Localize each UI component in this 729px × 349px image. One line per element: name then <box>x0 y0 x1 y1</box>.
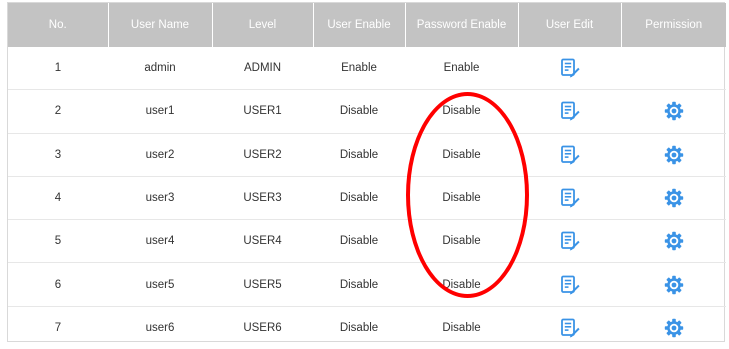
cell-user-edit <box>518 219 621 264</box>
header-user-name: User Name <box>107 3 212 47</box>
cell-permission <box>621 219 726 264</box>
cell-user-edit <box>518 133 621 177</box>
cell-user-enable: Disable <box>339 321 379 334</box>
table-row: 5 user4 USER4 Disable Disable <box>8 219 726 264</box>
edit-icon[interactable] <box>560 231 580 251</box>
cell-user-name: user2 <box>108 133 212 177</box>
table-row: 1 admin ADMIN Enable Enable <box>8 47 726 91</box>
gear-icon[interactable] <box>664 275 684 295</box>
cell-password-enable: Enable <box>405 47 518 91</box>
cell-level: USER3 <box>212 176 313 221</box>
table-row: 7 user6 USER6 Disable Disable <box>8 306 726 349</box>
gear-icon[interactable] <box>664 188 684 208</box>
cell-user-name: user6 <box>145 321 175 334</box>
user-management-panel: No. User Name Level User Enable Password… <box>7 2 726 342</box>
cell-permission <box>621 176 726 221</box>
cell-password-enable: Disable <box>405 176 518 221</box>
header-password-enable: Password Enable <box>404 3 518 47</box>
header-no: No. <box>8 3 108 47</box>
user-table: No. User Name Level User Enable Password… <box>8 3 726 349</box>
table-row: 3 user2 USER2 Disable Disable <box>8 133 726 177</box>
cell-permission <box>621 47 726 91</box>
header-user-edit: User Edit <box>517 3 621 47</box>
cell-level: ADMIN <box>212 47 313 91</box>
gear-icon[interactable] <box>664 101 684 121</box>
cell-user-edit <box>518 306 621 349</box>
table-row: 6 user5 USER5 Disable Disable <box>8 262 726 307</box>
cell-permission <box>621 89 726 134</box>
cell-permission <box>621 133 726 177</box>
cell-user-edit <box>518 47 621 91</box>
cell-user-edit <box>518 89 621 134</box>
header-permission: Permission <box>620 3 726 47</box>
cell-no: 5 <box>8 219 108 264</box>
cell-password-enable: Disable <box>405 219 518 264</box>
cell-no: 6 <box>8 262 108 307</box>
cell-no: 1 <box>8 47 108 91</box>
cell-no: 4 <box>8 176 108 221</box>
table-row: 4 user3 USER3 Disable Disable <box>8 176 726 221</box>
cell-level: USER1 <box>212 89 313 134</box>
edit-icon[interactable] <box>560 188 580 208</box>
edit-icon[interactable] <box>560 101 580 121</box>
cell-level: USER6 <box>243 321 282 334</box>
cell-user-name: user5 <box>108 262 212 307</box>
cell-password-enable: Disable <box>405 262 518 307</box>
cell-user-enable: Disable <box>313 133 405 177</box>
cell-user-enable: Disable <box>313 262 405 307</box>
cell-password-enable: Disable <box>405 133 518 177</box>
cell-user-enable: Disable <box>313 176 405 221</box>
gear-icon[interactable] <box>664 145 684 165</box>
gear-icon[interactable] <box>664 231 684 251</box>
header-level: Level <box>211 3 313 47</box>
cell-user-enable: Disable <box>313 89 405 134</box>
cell-permission <box>621 262 726 307</box>
cell-level: USER2 <box>212 133 313 177</box>
header-user-enable: User Enable <box>312 3 405 47</box>
edit-icon[interactable] <box>560 145 580 165</box>
edit-icon[interactable] <box>560 318 580 338</box>
cell-user-name: user4 <box>108 219 212 264</box>
gear-icon[interactable] <box>664 318 684 338</box>
cell-password-enable: Disable <box>405 89 518 134</box>
cell-no: 7 <box>54 321 62 334</box>
cell-level: USER4 <box>212 219 313 264</box>
table-header-row: No. User Name Level User Enable Password… <box>8 3 726 47</box>
cell-level: USER5 <box>212 262 313 307</box>
cell-user-enable: Enable <box>313 47 405 91</box>
cell-user-name: user1 <box>108 89 212 134</box>
edit-icon[interactable] <box>560 58 580 78</box>
cell-no: 2 <box>8 89 108 134</box>
cell-permission <box>621 306 726 349</box>
cell-no: 3 <box>8 133 108 177</box>
cell-user-name: user3 <box>108 176 212 221</box>
cell-password-enable: Disable <box>442 321 481 334</box>
edit-icon[interactable] <box>560 275 580 295</box>
cell-user-enable: Disable <box>313 219 405 264</box>
table-row: 2 user1 USER1 Disable Disable <box>8 89 726 134</box>
cell-user-edit <box>518 176 621 221</box>
cell-user-edit <box>518 262 621 307</box>
cell-user-name: admin <box>108 47 212 91</box>
table-body: 1 admin ADMIN Enable Enable 2 user1 USER1 Disabl… <box>8 47 726 349</box>
